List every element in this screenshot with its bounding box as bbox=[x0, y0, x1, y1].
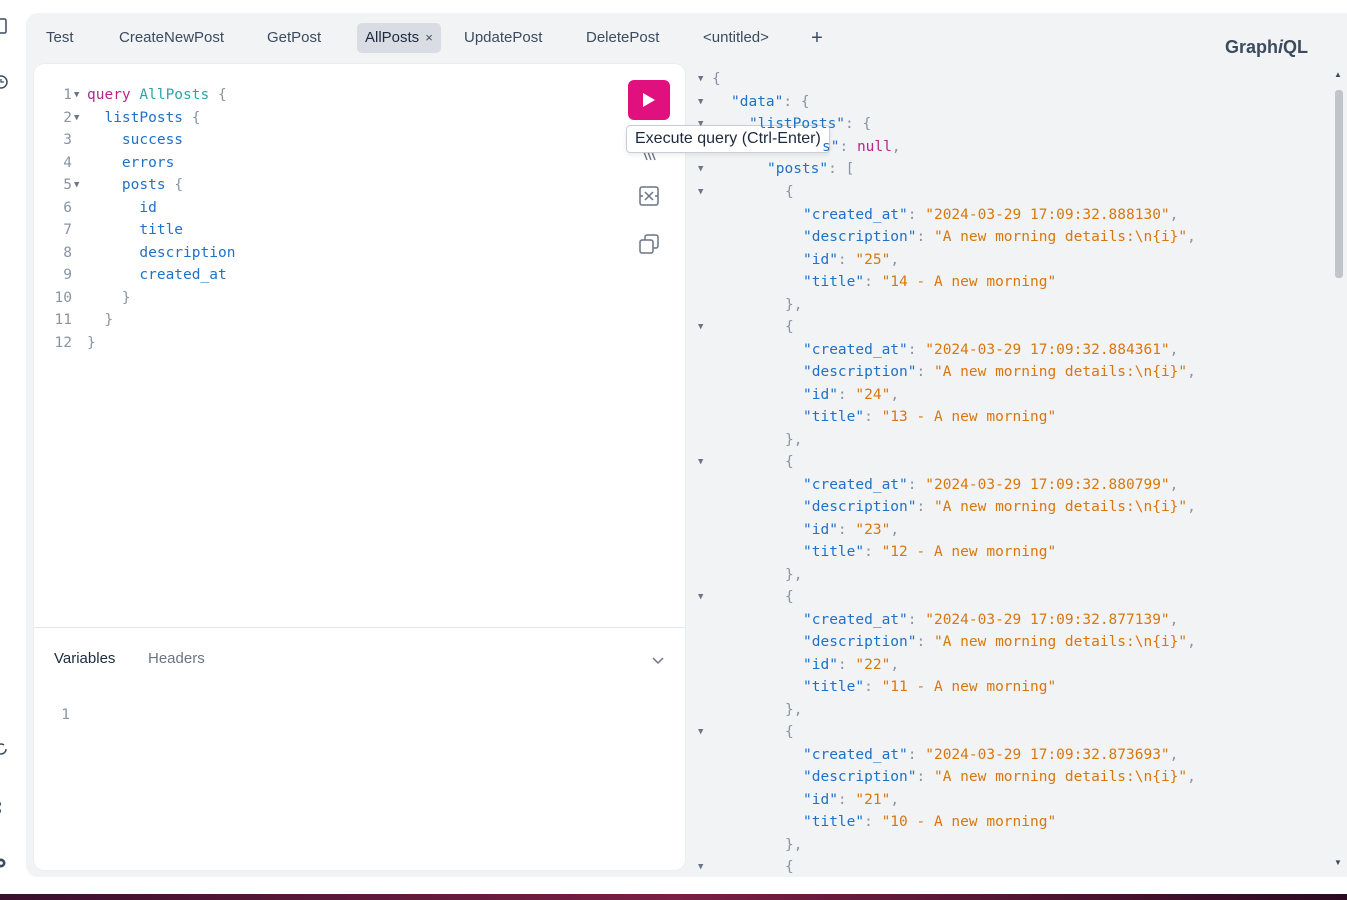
fold-arrow-icon[interactable]: ▼ bbox=[74, 174, 79, 197]
copy-icon[interactable] bbox=[637, 232, 661, 256]
add-tab-button[interactable]: + bbox=[806, 25, 828, 51]
scroll-down-icon[interactable]: ▼ bbox=[1334, 858, 1342, 867]
tab-label: Test bbox=[46, 29, 74, 46]
scroll-up-icon[interactable]: ▲ bbox=[1334, 70, 1342, 79]
scroll-thumb[interactable] bbox=[1335, 90, 1343, 278]
fold-arrow-icon[interactable]: ▼ bbox=[698, 316, 710, 339]
fold-arrow-icon[interactable]: ▼ bbox=[698, 113, 710, 136]
docs-icon[interactable] bbox=[0, 18, 8, 34]
tab-label: CreateNewPost bbox=[119, 29, 225, 46]
fold-arrow-icon[interactable]: ▼ bbox=[698, 91, 710, 114]
fold-arrow-icon[interactable]: ▼ bbox=[698, 856, 710, 876]
graphiql-frame: Test CreateNewPost GetPost AllPosts × Upd… bbox=[26, 13, 1347, 877]
refresh-icon[interactable] bbox=[0, 742, 8, 756]
fold-arrow-icon[interactable]: ▼ bbox=[74, 84, 79, 107]
tab-deletepost[interactable]: DeletePost bbox=[578, 23, 667, 53]
chevron-down-icon[interactable] bbox=[650, 652, 666, 668]
variables-headers-tabs: Variables Headers bbox=[34, 644, 685, 674]
history-icon[interactable] bbox=[0, 75, 8, 89]
fold-arrow-icon[interactable]: ▼ bbox=[74, 107, 79, 130]
play-icon bbox=[643, 93, 655, 107]
merge-fragments-icon[interactable] bbox=[637, 184, 661, 208]
fold-arrow-icon[interactable]: ▼ bbox=[698, 721, 710, 744]
tab-createnewpost[interactable]: CreateNewPost bbox=[111, 23, 232, 53]
tab-label: DeletePost bbox=[586, 29, 660, 46]
tab-label: AllPosts bbox=[365, 29, 420, 46]
tab-headers[interactable]: Headers bbox=[148, 644, 205, 674]
sidebar bbox=[0, 0, 26, 894]
settings-icon[interactable] bbox=[0, 856, 8, 870]
tab-label: UpdatePost bbox=[464, 29, 543, 46]
result-scrollbar[interactable]: ▲ ▼ bbox=[1332, 70, 1346, 876]
shortcuts-icon[interactable] bbox=[0, 800, 8, 814]
fold-arrow-icon[interactable]: ▼ bbox=[698, 181, 710, 204]
tab-label: GetPost bbox=[267, 29, 322, 46]
tab-variables[interactable]: Variables bbox=[54, 644, 115, 674]
query-editor[interactable]: 1 ▼ query AllPosts { 2 ▼ listPosts { 3 succ… bbox=[34, 64, 830, 870]
fold-arrow-icon[interactable]: ▼ bbox=[698, 158, 710, 181]
editor-divider bbox=[34, 627, 685, 628]
fold-arrow-icon[interactable]: ▼ bbox=[698, 586, 710, 609]
fold-arrow-icon[interactable]: ▼ bbox=[698, 451, 710, 474]
tab-test[interactable]: Test bbox=[38, 23, 82, 53]
tab-label: <untitled> bbox=[703, 29, 769, 46]
fold-arrow-icon[interactable]: ▼ bbox=[698, 68, 710, 91]
result-viewer[interactable]: ▼{ ▼ "data": { ▼ "listPosts": { s": null, … bbox=[698, 64, 1338, 876]
tab-allposts[interactable]: AllPosts × bbox=[357, 23, 441, 53]
graphiql-logo: GraphiQL bbox=[1224, 37, 1308, 57]
execute-query-button[interactable] bbox=[628, 80, 670, 120]
desktop-taskbar bbox=[0, 894, 1347, 900]
tab-bar: Test CreateNewPost GetPost AllPosts × Upd… bbox=[26, 23, 1326, 57]
close-tab-icon[interactable]: × bbox=[425, 23, 433, 53]
tab-updatepost[interactable]: UpdatePost bbox=[456, 23, 550, 53]
tab-getpost[interactable]: GetPost bbox=[259, 23, 329, 53]
tab-untitled[interactable]: <untitled> bbox=[695, 23, 777, 53]
